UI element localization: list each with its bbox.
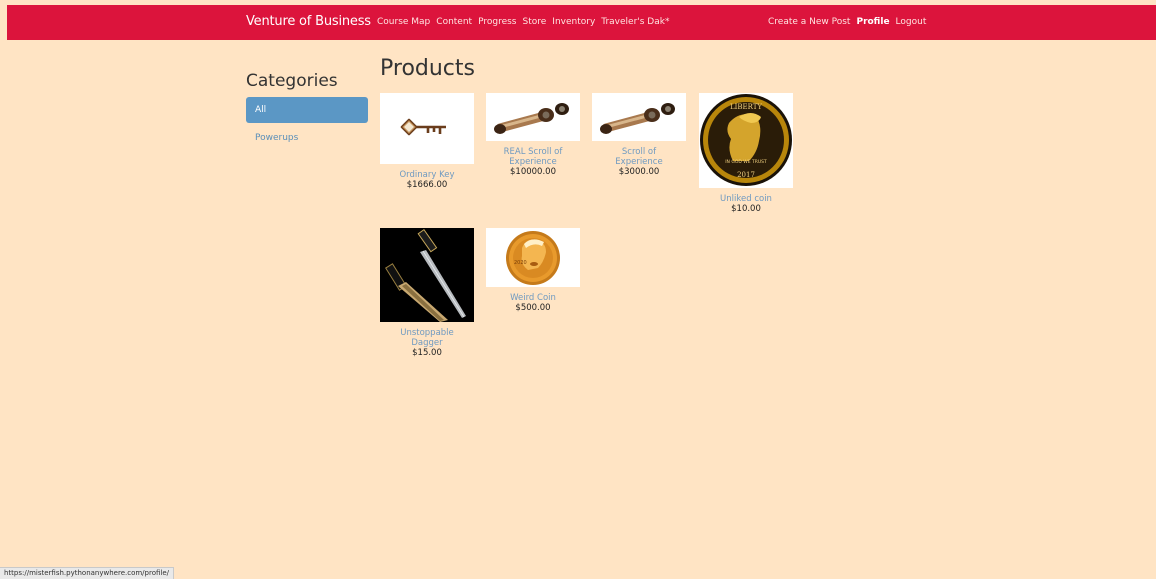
- scroll-icon: [494, 103, 569, 134]
- nav-profile[interactable]: Profile: [856, 17, 889, 27]
- category-all[interactable]: All: [246, 97, 368, 123]
- scroll-icon: [600, 103, 675, 134]
- products-heading: Products: [380, 56, 475, 81]
- nav-inventory[interactable]: Inventory: [552, 17, 595, 27]
- product-image[interactable]: 2020: [486, 228, 580, 287]
- product-image[interactable]: LIBERTY IN GOD WE TRUST 2017: [699, 93, 793, 188]
- product-price: $15.00: [412, 348, 442, 358]
- main-nav: Course Map Content Progress Store Invent…: [377, 17, 669, 27]
- product-price: $500.00: [515, 303, 551, 313]
- user-nav: Create a New Post Profile Logout: [768, 17, 926, 27]
- nav-logout[interactable]: Logout: [896, 17, 927, 27]
- nav-content[interactable]: Content: [436, 17, 472, 27]
- coin-liberty-text: LIBERTY: [730, 103, 762, 111]
- nav-store[interactable]: Store: [523, 17, 547, 27]
- product-name[interactable]: Scroll of Experience: [592, 147, 686, 167]
- product-image[interactable]: [592, 93, 686, 141]
- gold-coin-icon: LIBERTY IN GOD WE TRUST 2017: [700, 94, 792, 186]
- categories-heading: Categories: [246, 71, 338, 91]
- nav-create-post[interactable]: Create a New Post: [768, 17, 850, 27]
- product-price: $10.00: [731, 204, 761, 214]
- nav-progress[interactable]: Progress: [478, 17, 516, 27]
- category-powerups[interactable]: Powerups: [246, 125, 368, 151]
- product-card[interactable]: 2020 Weird Coin $500.00: [486, 228, 580, 313]
- brand-link[interactable]: Venture of Business: [246, 14, 371, 29]
- product-image[interactable]: [486, 93, 580, 141]
- nav-travelers-dak[interactable]: Traveler's Dak*: [601, 17, 669, 27]
- product-card[interactable]: Unstoppable Dagger $15.00: [380, 228, 474, 358]
- product-card[interactable]: Scroll of Experience $3000.00: [592, 93, 686, 177]
- product-image[interactable]: [380, 93, 474, 164]
- coin-motto-text: IN GOD WE TRUST: [725, 159, 767, 165]
- product-card[interactable]: REAL Scroll of Experience $10000.00: [486, 93, 580, 177]
- product-price: $1666.00: [406, 180, 448, 190]
- product-name[interactable]: Weird Coin: [486, 293, 580, 303]
- product-name[interactable]: Unstoppable Dagger: [380, 328, 474, 348]
- coin-year-text: 2017: [737, 171, 755, 179]
- product-name[interactable]: Unliked coin: [699, 194, 793, 204]
- product-name[interactable]: REAL Scroll of Experience: [486, 147, 580, 167]
- category-list: All Powerups: [246, 97, 368, 153]
- coin-year-text: 2020: [514, 260, 527, 266]
- dagger-icon: [380, 228, 474, 322]
- product-price: $3000.00: [618, 167, 660, 177]
- gold-coin-icon: 2020: [506, 231, 560, 285]
- top-navbar: Venture of Business Course Map Content P…: [7, 5, 1156, 40]
- product-name[interactable]: Ordinary Key: [380, 170, 474, 180]
- browser-status-bar: https://misterfish.pythonanywhere.com/pr…: [0, 567, 175, 579]
- product-price: $10000.00: [510, 167, 556, 177]
- product-card[interactable]: Ordinary Key $1666.00: [380, 93, 474, 190]
- key-icon: [400, 118, 446, 136]
- product-image[interactable]: [380, 228, 474, 322]
- product-card[interactable]: LIBERTY IN GOD WE TRUST 2017 Unliked coi…: [699, 93, 793, 214]
- nav-course-map[interactable]: Course Map: [377, 17, 430, 27]
